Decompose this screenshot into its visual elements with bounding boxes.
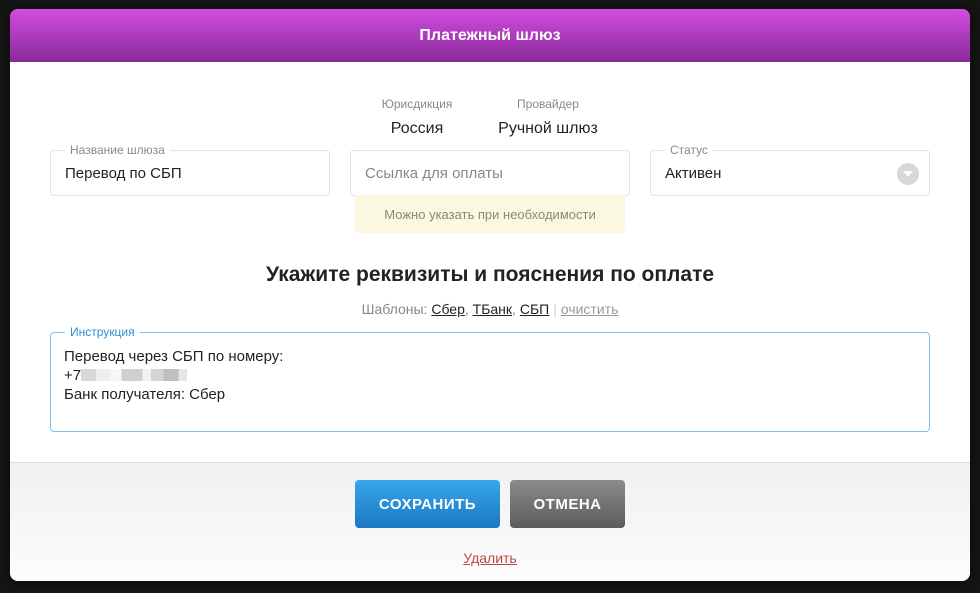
delete-link[interactable]: Удалить: [10, 550, 970, 566]
payment-gateway-modal: Платежный шлюз Юрисдикция Россия Провайд…: [10, 9, 970, 581]
instruction-label: Инструкция: [65, 325, 140, 339]
instruction-textarea[interactable]: Инструкция Перевод через СБП по номеру: …: [50, 325, 930, 432]
instruction-line-1: Перевод через СБП по номеру:: [64, 348, 284, 365]
jurisdiction-label: Юрисдикция: [381, 97, 453, 111]
gateway-name-field: Название шлюза: [50, 143, 330, 196]
instruction-text: Перевод через СБП по номеру: +7 Банк пол…: [64, 347, 283, 404]
templates-label: Шаблоны:: [361, 301, 428, 317]
instruction-line-3: Банк получателя: Сбер: [64, 386, 226, 403]
provider-value: Ручной шлюз: [498, 120, 598, 137]
payment-link-input[interactable]: [351, 151, 629, 195]
chevron-down-icon[interactable]: [897, 163, 919, 185]
redacted-phone: [81, 369, 188, 381]
clear-templates-link[interactable]: очистить: [561, 301, 619, 317]
requisites-title: Укажите реквизиты и пояснения по оплате: [265, 263, 715, 286]
status-value: Активен: [665, 165, 722, 182]
template-sbp-link[interactable]: СБП: [520, 301, 549, 317]
templates-separator: |: [553, 301, 557, 317]
modal-footer: СОХРАНИТЬ ОТМЕНА Удалить: [10, 462, 970, 581]
modal-content: Юрисдикция Россия Провайдер Ручной шлюз …: [10, 62, 970, 462]
phone-prefix: +7: [64, 367, 82, 384]
provider-info: Провайдер Ручной шлюз: [490, 97, 606, 138]
modal-title: Платежный шлюз: [419, 26, 561, 44]
jurisdiction-value: Россия: [390, 120, 444, 137]
provider-label: Провайдер: [517, 97, 579, 111]
modal-header: Платежный шлюз: [10, 9, 970, 62]
templates-row: Шаблоны: Сбер, ТБанк, СБП | очистить: [361, 301, 619, 317]
template-tbank-link[interactable]: ТБанк: [473, 301, 512, 317]
save-button[interactable]: СОХРАНИТЬ: [355, 480, 500, 528]
jurisdiction-info: Юрисдикция Россия: [372, 97, 462, 138]
status-select[interactable]: Статус Активен: [650, 143, 930, 196]
payment-link-hint: Можно указать при необходимости: [355, 195, 625, 233]
payment-link-field: [350, 150, 630, 196]
status-label: Статус: [665, 143, 713, 157]
template-sber-link[interactable]: Сбер: [431, 301, 465, 317]
gateway-name-input[interactable]: [51, 151, 329, 195]
cancel-button[interactable]: ОТМЕНА: [510, 480, 625, 528]
instruction-line-2: +7: [64, 366, 283, 385]
